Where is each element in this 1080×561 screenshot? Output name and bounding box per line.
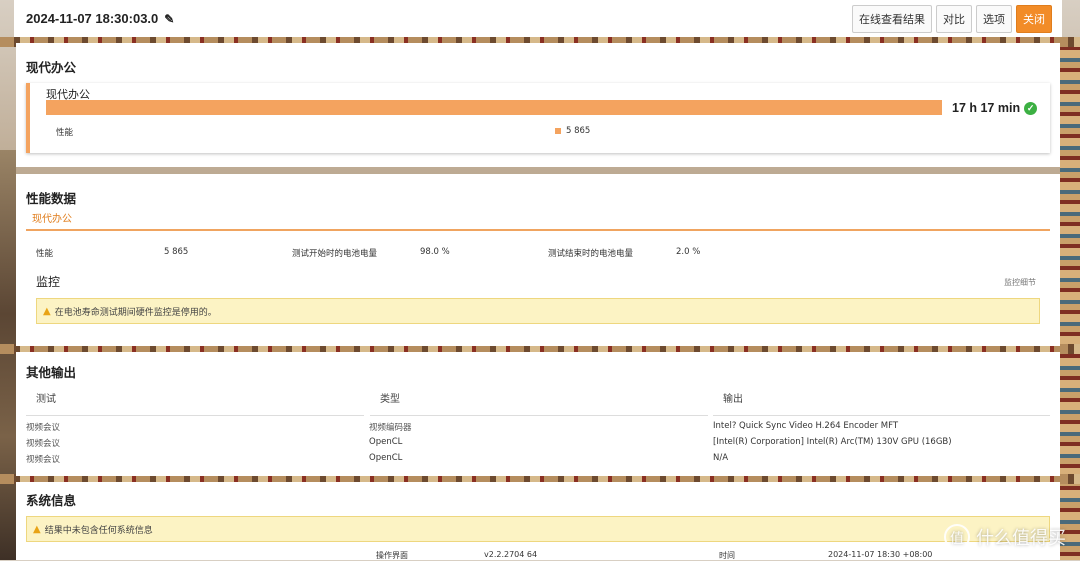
- header-divider: [370, 415, 708, 416]
- legend-swatch: [555, 128, 561, 134]
- system-info-panel: 系统信息 ▲ 结果中未包含任何系统信息 操作界面 v2.2.2704 64 时间…: [16, 482, 1060, 560]
- cell-output: N/A: [713, 453, 729, 463]
- edit-pencil-icon[interactable]: ✎: [164, 12, 174, 26]
- summary-heading: 现代办公: [26, 60, 77, 75]
- result-title: 2024-11-07 18:30:03.0 ✎: [26, 11, 174, 26]
- view-online-button[interactable]: 在线查看结果: [852, 4, 932, 33]
- tab-modern-office[interactable]: 现代办公: [26, 210, 78, 225]
- cell-test: 视频会议: [26, 439, 61, 449]
- cell-test: 视频会议: [26, 423, 61, 433]
- legend-value: 5 865: [566, 126, 591, 136]
- table-row: 视频会议 OpenCL [Intel(R) Corporation] Intel…: [26, 437, 1050, 451]
- cell-output: [Intel(R) Corporation] Intel(R) Arc(TM) …: [713, 437, 952, 447]
- header-divider: [26, 415, 364, 416]
- other-output-heading: 其他输出: [26, 365, 77, 380]
- warning-icon: ▲: [43, 305, 51, 317]
- options-button[interactable]: 选项: [976, 4, 1012, 33]
- battery-life-value: 17 h 17 min: [952, 101, 1021, 115]
- monitoring-details-link[interactable]: 监控细节: [1004, 277, 1036, 288]
- monitoring-alert-text: 在电池寿命测试期间硬件监控是停用的。: [54, 307, 217, 318]
- cell-type: 视频编码器: [369, 423, 412, 433]
- toolbar: 在线查看结果 对比 选项 关闭: [852, 4, 1052, 33]
- compare-button[interactable]: 对比: [936, 4, 972, 33]
- cell-output: Intel? Quick Sync Video H.264 Encoder MF…: [713, 421, 899, 431]
- warning-icon: ▲: [33, 523, 41, 535]
- metric-label: 测试开始时的电池电量: [292, 249, 378, 259]
- watermark-logo-icon: 值: [944, 524, 970, 550]
- check-icon: ✓: [1024, 101, 1038, 115]
- column-header-type: 类型: [380, 394, 400, 405]
- time-value: 2024-11-07 18:30 +08:00: [828, 550, 933, 559]
- system-info-alert: ▲ 结果中未包含任何系统信息: [26, 516, 1050, 542]
- column-header-test: 测试: [36, 394, 56, 405]
- performance-label: 性能: [56, 128, 74, 138]
- background-decoration-left: [0, 150, 16, 560]
- close-button[interactable]: 关闭: [1016, 4, 1052, 33]
- system-info-heading: 系统信息: [26, 493, 77, 508]
- table-row: 视频会议 OpenCL N/A: [26, 453, 1050, 467]
- run-card[interactable]: 现代办公 17 h 17 min ✓ 性能 5 865: [26, 83, 1050, 153]
- monitoring-heading: 监控: [36, 275, 61, 289]
- metric-value: 2.0 %: [676, 247, 701, 257]
- watermark: 值 什么值得买: [944, 524, 1066, 550]
- metric-value: 98.0 %: [420, 247, 450, 257]
- metric-value: 5 865: [164, 247, 189, 257]
- system-info-alert-text: 结果中未包含任何系统信息: [44, 525, 153, 536]
- ui-value: v2.2.2704 64: [484, 550, 538, 559]
- performance-legend: 5 865: [555, 126, 590, 136]
- summary-panel: 现代办公 现代办公 17 h 17 min ✓ 性能 5 865: [16, 43, 1060, 167]
- cell-test: 视频会议: [26, 455, 61, 465]
- watermark-text: 什么值得买: [976, 528, 1066, 549]
- monitoring-alert: ▲ 在电池寿命测试期间硬件监控是停用的。: [36, 298, 1040, 324]
- score-bar: [46, 100, 942, 115]
- battery-result: 17 h 17 min ✓: [952, 101, 1038, 115]
- ui-label: 操作界面: [376, 551, 408, 560]
- performance-heading: 性能数据: [26, 191, 77, 206]
- metric-label: 测试结束时的电池电量: [548, 249, 634, 259]
- header-divider: [713, 415, 1050, 416]
- top-bar: 2024-11-07 18:30:03.0 ✎ 在线查看结果 对比 选项 关闭: [14, 0, 1062, 37]
- result-timestamp: 2024-11-07 18:30:03.0: [26, 11, 159, 26]
- cell-type: OpenCL: [369, 453, 403, 463]
- background-decoration-right: [1060, 40, 1080, 560]
- tab-underline: [26, 229, 1050, 231]
- time-label: 时间: [719, 551, 735, 560]
- metric-label: 性能: [36, 249, 54, 259]
- cell-type: OpenCL: [369, 437, 403, 447]
- performance-panel: 性能数据 现代办公 性能 5 865 测试开始时的电池电量 98.0 % 测试结…: [16, 174, 1060, 346]
- column-header-output: 输出: [723, 394, 743, 405]
- table-row: 视频会议 视频编码器 Intel? Quick Sync Video H.264…: [26, 421, 1050, 435]
- other-output-panel: 其他输出 测试 类型 输出 视频会议 视频编码器 Intel? Quick Sy…: [16, 352, 1060, 476]
